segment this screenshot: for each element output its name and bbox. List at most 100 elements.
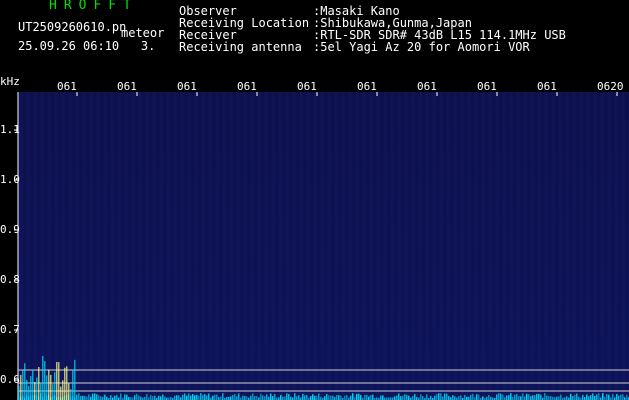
noise-bar bbox=[394, 396, 396, 400]
burst-bar bbox=[68, 383, 70, 400]
noise-bar bbox=[530, 396, 532, 400]
noise-bar bbox=[114, 395, 116, 400]
noise-bar bbox=[184, 393, 186, 400]
noise-bar bbox=[198, 395, 200, 400]
noise-bar bbox=[412, 395, 414, 400]
x-tick-label: 061 bbox=[537, 80, 557, 93]
noise-bar bbox=[400, 396, 402, 400]
noise-bar bbox=[460, 395, 462, 400]
noise-bar bbox=[160, 396, 162, 400]
y-tick-label: 0.8 bbox=[0, 273, 20, 286]
noise-bar bbox=[594, 396, 596, 400]
burst-bar bbox=[44, 361, 46, 400]
noise-bar bbox=[136, 393, 138, 400]
burst-bar bbox=[50, 374, 52, 400]
noise-bar bbox=[444, 393, 446, 400]
noise-bar bbox=[260, 393, 262, 400]
noise-bar bbox=[104, 394, 106, 400]
noise-bar bbox=[458, 396, 460, 400]
noise-bar bbox=[266, 394, 268, 400]
noise-bar bbox=[526, 393, 528, 400]
noise-bar bbox=[190, 395, 192, 400]
noise-bar bbox=[262, 395, 264, 400]
noise-bar bbox=[540, 394, 542, 400]
noise-bar bbox=[282, 396, 284, 400]
noise-bar bbox=[328, 395, 330, 400]
noise-bar bbox=[422, 396, 424, 400]
burst-bar bbox=[30, 376, 32, 400]
noise-bar bbox=[164, 396, 166, 400]
noise-bar bbox=[204, 394, 206, 400]
noise-bar bbox=[212, 395, 214, 400]
noise-bar bbox=[436, 394, 438, 400]
noise-bar bbox=[536, 393, 538, 400]
noise-bar bbox=[116, 395, 118, 400]
noise-bar bbox=[414, 394, 416, 400]
noise-bar bbox=[478, 394, 480, 400]
spectrogram-overlay bbox=[14, 92, 629, 400]
noise-bar bbox=[316, 395, 318, 400]
noise-bar bbox=[570, 393, 572, 400]
y-tick-label: 0.7 bbox=[0, 323, 20, 336]
noise-bar bbox=[76, 394, 78, 400]
noise-bar bbox=[364, 394, 366, 400]
noise-bar bbox=[326, 393, 328, 400]
noise-bar bbox=[126, 394, 128, 400]
noise-bar bbox=[206, 395, 208, 400]
noise-bar bbox=[548, 396, 550, 400]
y-tick-label: 1.1 bbox=[0, 123, 20, 136]
noise-bar bbox=[438, 393, 440, 400]
noise-bar bbox=[598, 393, 600, 400]
noise-bar bbox=[80, 395, 82, 400]
burst-bar bbox=[18, 385, 20, 400]
noise-bar bbox=[500, 393, 502, 400]
noise-bar bbox=[532, 395, 534, 400]
noise-bar bbox=[566, 396, 568, 400]
noise-bar bbox=[370, 395, 372, 400]
burst-bar bbox=[36, 377, 38, 400]
noise-bar bbox=[110, 395, 112, 400]
noise-bar bbox=[608, 394, 610, 400]
noise-bar bbox=[508, 395, 510, 400]
noise-bar bbox=[78, 393, 80, 400]
burst-bar bbox=[48, 369, 50, 400]
noise-bar bbox=[498, 393, 500, 400]
noise-bar bbox=[196, 394, 198, 400]
noise-bar bbox=[92, 393, 94, 400]
noise-bar bbox=[626, 394, 628, 400]
noise-bar bbox=[194, 395, 196, 400]
noise-bar bbox=[572, 395, 574, 400]
noise-bar bbox=[154, 395, 156, 400]
noise-bar bbox=[528, 394, 530, 400]
burst-bar bbox=[70, 389, 72, 400]
noise-bar bbox=[94, 393, 96, 400]
noise-bar bbox=[106, 396, 108, 400]
x-tick-label: 061 bbox=[477, 80, 497, 93]
burst-bar bbox=[46, 375, 48, 400]
burst-bar bbox=[64, 367, 66, 400]
burst-bar bbox=[56, 361, 58, 400]
noise-bar bbox=[576, 393, 578, 400]
y-tick-label: 0.9 bbox=[0, 223, 20, 236]
noise-bar bbox=[588, 396, 590, 400]
burst-bar bbox=[26, 379, 28, 400]
noise-bar bbox=[332, 395, 334, 400]
noise-bar bbox=[446, 393, 448, 400]
noise-bar bbox=[406, 394, 408, 400]
noise-bar bbox=[310, 396, 312, 400]
noise-bar bbox=[470, 394, 472, 400]
noise-bar bbox=[590, 395, 592, 400]
noise-bar bbox=[188, 393, 190, 400]
noise-bar bbox=[312, 394, 314, 400]
noise-bar bbox=[230, 396, 232, 400]
noise-bar bbox=[244, 395, 246, 400]
noise-bar bbox=[398, 393, 400, 400]
noise-bar bbox=[372, 394, 374, 400]
noise-bar bbox=[216, 394, 218, 400]
noise-bar bbox=[502, 394, 504, 400]
burst-bar bbox=[42, 355, 44, 400]
noise-bar bbox=[620, 394, 622, 400]
burst-bar bbox=[24, 363, 26, 400]
noise-bar bbox=[612, 394, 614, 400]
x-tick-label: 061 bbox=[417, 80, 437, 93]
